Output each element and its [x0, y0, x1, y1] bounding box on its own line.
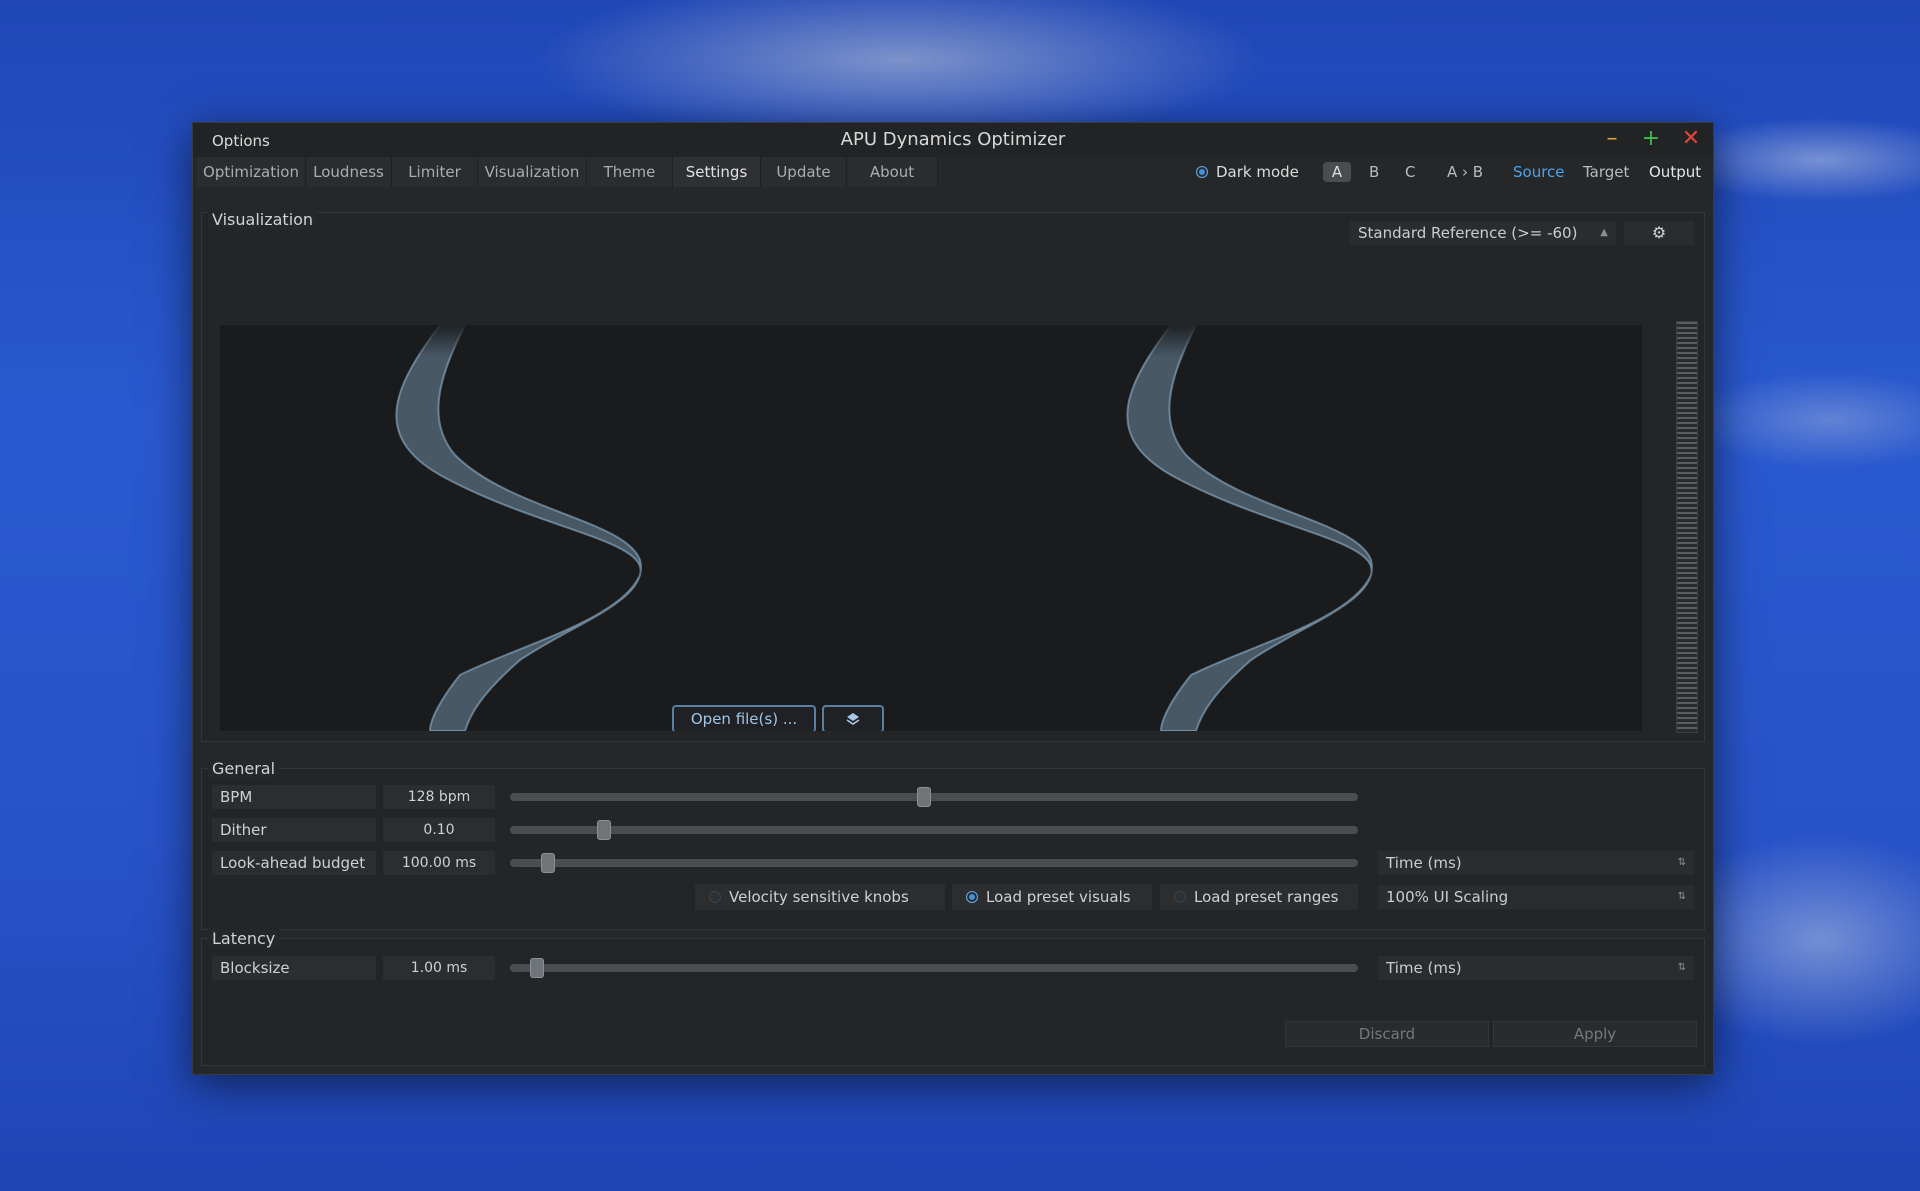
target-button[interactable]: Target — [1583, 163, 1629, 181]
lookahead-unit-select[interactable]: Time (ms) ⇅ — [1378, 851, 1694, 875]
tab-settings[interactable]: Settings — [673, 157, 761, 187]
preset-visuals-radio[interactable] — [966, 891, 978, 903]
select-arrows-icon: ⇅ — [1677, 962, 1686, 973]
maximize-icon[interactable]: + — [1639, 127, 1663, 151]
velocity-radio[interactable] — [709, 891, 721, 903]
reference-select[interactable]: Standard Reference (>= -60) ▲ — [1350, 221, 1616, 245]
blocksize-value[interactable]: 1.00 ms — [383, 956, 495, 980]
tab-visualization[interactable]: Visualization — [478, 157, 587, 187]
ui-scaling-select[interactable]: 100% UI Scaling ⇅ — [1378, 885, 1694, 909]
tab-loudness[interactable]: Loudness — [306, 157, 392, 187]
slot-c-button[interactable]: C — [1405, 163, 1415, 181]
tab-update[interactable]: Update — [761, 157, 847, 187]
apply-button[interactable]: Apply — [1493, 1021, 1697, 1047]
close-icon[interactable]: ✕ — [1679, 127, 1703, 151]
tab-optimization[interactable]: Optimization — [197, 157, 306, 187]
blocksize-unit-select[interactable]: Time (ms) ⇅ — [1378, 956, 1694, 980]
lookahead-label: Look-ahead budget — [212, 851, 376, 875]
minimize-icon[interactable]: – — [1600, 127, 1624, 151]
blocksize-label: Blocksize — [212, 956, 376, 980]
waveform-display — [220, 325, 1642, 731]
dither-label: Dither — [212, 818, 376, 842]
preset-ranges-label: Load preset ranges — [1194, 888, 1339, 906]
visualization-title: Visualization — [208, 210, 318, 229]
window-title: APU Dynamics Optimizer — [840, 129, 1066, 150]
tab-theme[interactable]: Theme — [587, 157, 673, 187]
lookahead-value[interactable]: 100.00 ms — [383, 851, 495, 875]
dark-mode-label: Dark mode — [1216, 163, 1299, 181]
blocksize-slider-track[interactable] — [510, 964, 1358, 972]
lookahead-unit-value: Time (ms) — [1386, 854, 1462, 872]
latency-panel: Latency Blocksize 1.00 ms Time (ms) ⇅ Di… — [201, 929, 1705, 1066]
dark-mode-radio[interactable] — [1196, 166, 1208, 178]
general-panel: General BPM 128 bpm Dither 0.10 Look-ahe… — [201, 759, 1705, 930]
dark-mode-toggle[interactable]: Dark mode — [1196, 163, 1299, 181]
select-arrows-icon: ⇅ — [1677, 857, 1686, 868]
main-window: Options APU Dynamics Optimizer – + ✕ Opt… — [192, 122, 1714, 1075]
tab-about[interactable]: About — [847, 157, 938, 187]
blocksize-unit-value: Time (ms) — [1386, 959, 1462, 977]
visualization-panel: Visualization Standard Reference (>= -60… — [201, 210, 1705, 742]
bpm-value[interactable]: 128 bpm — [383, 785, 495, 809]
select-arrows-icon: ⇅ — [1677, 891, 1686, 902]
preset-visuals-label: Load preset visuals — [986, 888, 1131, 906]
velocity-label: Velocity sensitive knobs — [729, 888, 909, 906]
tab-limiter[interactable]: Limiter — [392, 157, 478, 187]
open-files-button[interactable]: Open file(s) ... — [672, 705, 816, 731]
dither-slider-thumb[interactable] — [597, 820, 611, 840]
lookahead-slider-track[interactable] — [510, 859, 1358, 867]
level-meter — [1676, 321, 1698, 733]
bpm-label: BPM — [212, 785, 376, 809]
general-title: General — [208, 759, 280, 778]
layers-icon-glyph — [846, 713, 860, 725]
dither-slider-track[interactable] — [510, 826, 1358, 834]
output-button[interactable]: Output — [1649, 163, 1701, 181]
slot-a-button[interactable]: A — [1323, 162, 1351, 182]
bpm-slider-track[interactable] — [510, 793, 1358, 801]
title-bar: Options APU Dynamics Optimizer – + ✕ — [193, 123, 1713, 157]
dither-value[interactable]: 0.10 — [383, 818, 495, 842]
blocksize-slider-thumb[interactable] — [530, 958, 544, 978]
velocity-sensitive-checkbox[interactable]: Velocity sensitive knobs — [695, 884, 945, 910]
latency-title: Latency — [208, 929, 280, 948]
source-button[interactable]: Source — [1513, 163, 1565, 181]
layers-icon[interactable] — [822, 705, 884, 731]
lookahead-slider-thumb[interactable] — [541, 853, 555, 873]
load-preset-visuals-checkbox[interactable]: Load preset visuals — [952, 884, 1152, 910]
ui-scaling-value: 100% UI Scaling — [1386, 888, 1509, 906]
gear-icon[interactable]: ⚙ — [1624, 221, 1694, 245]
load-preset-ranges-checkbox[interactable]: Load preset ranges — [1160, 884, 1358, 910]
bpm-slider-thumb[interactable] — [917, 787, 931, 807]
reference-select-value: Standard Reference (>= -60) — [1358, 224, 1578, 242]
preset-ranges-radio[interactable] — [1174, 891, 1186, 903]
slot-b-button[interactable]: B — [1369, 163, 1379, 181]
a-to-b-button[interactable]: A › B — [1447, 163, 1483, 181]
select-arrows-icon: ▲ — [1600, 227, 1608, 238]
visualization-canvas: Open file(s) ... — [220, 325, 1642, 731]
discard-button[interactable]: Discard — [1285, 1021, 1489, 1047]
